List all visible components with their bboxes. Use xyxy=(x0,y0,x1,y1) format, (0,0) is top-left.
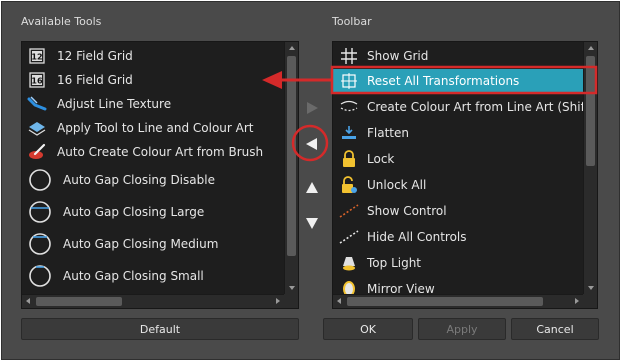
annotation-overlay xyxy=(262,65,598,162)
highlight-circle xyxy=(291,124,329,162)
annotation-arrowhead-icon xyxy=(262,71,282,89)
highlight-box xyxy=(330,65,598,95)
